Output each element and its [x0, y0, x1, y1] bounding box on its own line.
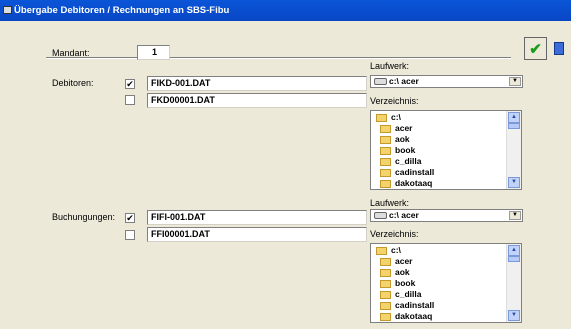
scroll-up-icon[interactable]: ▲ [508, 112, 520, 123]
directory-item[interactable]: acer [376, 123, 413, 133]
chevron-down-icon[interactable]: ▼ [509, 77, 521, 86]
buchungen-drive-select[interactable]: c:\ acer ▼ [370, 209, 523, 222]
debitoren-drive-value: c:\ acer [389, 76, 419, 86]
folder-icon [380, 180, 391, 188]
debitoren-file-2[interactable]: FKD00001.DAT [147, 93, 367, 108]
debitoren-label: Debitoren: [52, 78, 94, 88]
folder-icon [380, 291, 391, 299]
buchungen-directory-list[interactable]: c:\ acer aok book c_dilla cadinstall dak… [370, 243, 522, 323]
folder-icon [380, 136, 391, 144]
window-icon [3, 6, 12, 14]
buchungen-drive-value: c:\ acer [389, 210, 419, 220]
title-bar: Übergabe Debitoren / Rechnungen an SBS-F… [0, 0, 571, 21]
mandant-label: Mandant: [52, 48, 90, 58]
drive-icon [374, 212, 387, 219]
folder-icon [380, 313, 391, 321]
debitoren-laufwerk-label: Laufwerk: [370, 61, 410, 71]
folder-icon [380, 147, 391, 155]
exit-door-icon [554, 42, 564, 55]
dialog-body: ✔ Mandant: 1 Debitoren: ✔ FIKD-001.DAT F… [0, 21, 571, 329]
checkmark-icon: ✔ [529, 40, 542, 58]
folder-icon [380, 302, 391, 310]
exit-button[interactable] [550, 37, 568, 60]
directory-item[interactable]: c_dilla [376, 289, 421, 299]
scroll-down-icon[interactable]: ▼ [508, 177, 520, 188]
directory-item[interactable]: c_dilla [376, 156, 421, 166]
buchungen-file-2[interactable]: FFI00001.DAT [147, 227, 367, 242]
folder-icon [380, 125, 391, 133]
open-folder-icon [376, 247, 387, 255]
folder-icon [380, 258, 391, 266]
directory-item[interactable]: book [376, 278, 415, 288]
buchungen-checkbox-1[interactable]: ✔ [125, 213, 135, 223]
debitoren-checkbox-1[interactable]: ✔ [125, 79, 135, 89]
scrollbar[interactable]: ▲ ▼ [506, 111, 521, 189]
window-title: Übergabe Debitoren / Rechnungen an SBS-F… [14, 5, 230, 16]
directory-item[interactable]: book [376, 145, 415, 155]
directory-item[interactable]: cadinstall [376, 167, 434, 177]
scroll-up-icon[interactable]: ▲ [508, 245, 520, 256]
scroll-thumb[interactable] [508, 256, 520, 262]
folder-icon [380, 280, 391, 288]
debitoren-checkbox-2[interactable] [125, 95, 135, 105]
mandant-input[interactable]: 1 [137, 45, 170, 60]
separator-line [46, 57, 511, 59]
chevron-down-icon[interactable]: ▼ [509, 211, 521, 220]
debitoren-directory-list[interactable]: c:\ acer aok book c_dilla cadinstall dak… [370, 110, 522, 190]
directory-item[interactable]: cadinstall [376, 300, 434, 310]
buchungen-laufwerk-label: Laufwerk: [370, 198, 410, 208]
scrollbar[interactable]: ▲ ▼ [506, 244, 521, 322]
debitoren-file-1[interactable]: FIKD-001.DAT [147, 76, 367, 91]
drive-icon [374, 78, 387, 85]
buchungen-checkbox-2[interactable] [125, 230, 135, 240]
folder-icon [380, 158, 391, 166]
scroll-down-icon[interactable]: ▼ [508, 310, 520, 321]
directory-item[interactable]: c:\ [376, 112, 401, 122]
directory-item[interactable]: dakotaaq [376, 311, 432, 321]
buchungen-file-1[interactable]: FIFI-001.DAT [147, 210, 367, 225]
directory-item[interactable]: dakotaaq [376, 178, 432, 188]
scroll-thumb[interactable] [508, 123, 520, 129]
buchungen-verzeichnis-label: Verzeichnis: [370, 229, 419, 239]
folder-icon [380, 169, 391, 177]
buchungen-label: Buchungungen: [52, 212, 116, 222]
debitoren-drive-select[interactable]: c:\ acer ▼ [370, 75, 523, 88]
directory-item[interactable]: c:\ [376, 245, 401, 255]
debitoren-verzeichnis-label: Verzeichnis: [370, 96, 419, 106]
ok-button[interactable]: ✔ [524, 37, 547, 60]
directory-item[interactable]: aok [376, 134, 410, 144]
folder-icon [380, 269, 391, 277]
open-folder-icon [376, 114, 387, 122]
directory-item[interactable]: aok [376, 267, 410, 277]
directory-item[interactable]: acer [376, 256, 413, 266]
